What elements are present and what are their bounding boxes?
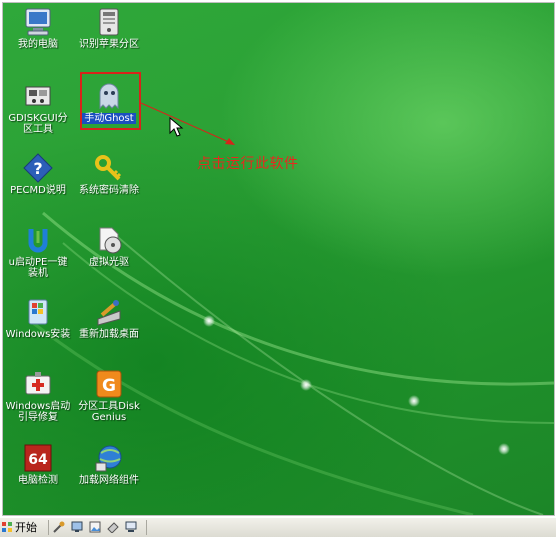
start-label: 开始 xyxy=(15,521,37,534)
desktop-icon-password-clear[interactable]: 系统密码清除 xyxy=(74,153,144,196)
tool-icon[interactable] xyxy=(53,521,65,533)
mouse-cursor xyxy=(169,117,184,137)
icon-label: 识别苹果分区 xyxy=(79,39,139,50)
icon-label: 虚拟光驱 xyxy=(89,257,129,268)
desktop-icon-virtual-cd[interactable]: 虚拟光驱 xyxy=(74,225,144,268)
desktop-icon-my-computer[interactable]: 我的电脑 xyxy=(3,7,73,50)
svg-text:64: 64 xyxy=(28,452,48,468)
desktop-icon-network[interactable]: 加载网络组件 xyxy=(74,443,144,486)
annotation-text: 点击运行此软件 xyxy=(197,156,299,172)
eraser-icon[interactable] xyxy=(107,521,119,533)
network-icon xyxy=(94,443,124,473)
highlight-box xyxy=(80,72,141,130)
desktop-icon-pc-check[interactable]: 64 电脑检测 xyxy=(3,443,73,486)
icon-label: PECMD说明 xyxy=(10,185,66,196)
sparkle xyxy=(300,379,312,391)
start-button[interactable]: 开始 xyxy=(2,519,46,535)
desktop-icon-gdiskgui[interactable]: GDISKGUI分区工具 xyxy=(3,81,73,135)
icon-label: Windows安装 xyxy=(5,329,71,340)
svg-text:?: ? xyxy=(33,159,42,178)
sparkle xyxy=(408,395,420,407)
icon-label: 重新加载桌面 xyxy=(79,329,139,340)
desktop-icon-windows-setup[interactable]: Windows安装 xyxy=(3,297,73,340)
drive-icon xyxy=(94,7,124,37)
computer-icon xyxy=(23,7,53,37)
monitor-icon[interactable] xyxy=(125,521,137,533)
boot-repair-icon xyxy=(23,369,53,399)
sparkle xyxy=(498,443,510,455)
taskbar: 开始 xyxy=(0,517,556,537)
icon-label: 我的电脑 xyxy=(18,39,58,50)
icon-label: 电脑检测 xyxy=(18,475,58,486)
taskbar-separator xyxy=(146,520,147,535)
desktop-icon-boot-repair[interactable]: Windows启动引导修复 xyxy=(3,369,73,423)
virtual-cd-icon xyxy=(94,225,124,255)
icon-label: GDISKGUI分区工具 xyxy=(8,113,68,135)
windows-setup-icon xyxy=(23,297,53,327)
icon-label: 加载网络组件 xyxy=(79,475,139,486)
sparkle xyxy=(203,315,215,327)
icon-label: Windows启动引导修复 xyxy=(5,401,71,423)
diskgenius-icon: G xyxy=(94,369,124,399)
icon-label: u启动PE一键装机 xyxy=(8,257,68,279)
image-icon[interactable] xyxy=(89,521,101,533)
icon-label: 系统密码清除 xyxy=(79,185,139,196)
desktop-icon-apple-partition[interactable]: 识别苹果分区 xyxy=(74,7,144,50)
reload-desktop-icon xyxy=(94,297,124,327)
desktop-icon-u-install[interactable]: u启动PE一键装机 xyxy=(3,225,73,279)
svg-text:G: G xyxy=(102,376,116,396)
desktop: 我的电脑 GDISKGUI分区工具 ? PECMD说明 u启动PE一键装机 Wi… xyxy=(2,2,555,516)
desktop-icon-diskgenius[interactable]: G 分区工具DiskGenius xyxy=(74,369,144,423)
help-icon: ? xyxy=(23,153,53,183)
icon-label: 分区工具DiskGenius xyxy=(78,401,140,423)
taskbar-separator xyxy=(48,520,49,535)
pc-check-icon: 64 xyxy=(23,443,53,473)
gdisk-tool-icon xyxy=(23,81,53,111)
u-install-icon xyxy=(23,225,53,255)
windows-logo-icon xyxy=(2,522,12,532)
screen-icon[interactable] xyxy=(71,521,83,533)
desktop-icon-pecmd[interactable]: ? PECMD说明 xyxy=(3,153,73,196)
desktop-icon-reload-desktop[interactable]: 重新加载桌面 xyxy=(74,297,144,340)
key-icon xyxy=(94,153,124,183)
